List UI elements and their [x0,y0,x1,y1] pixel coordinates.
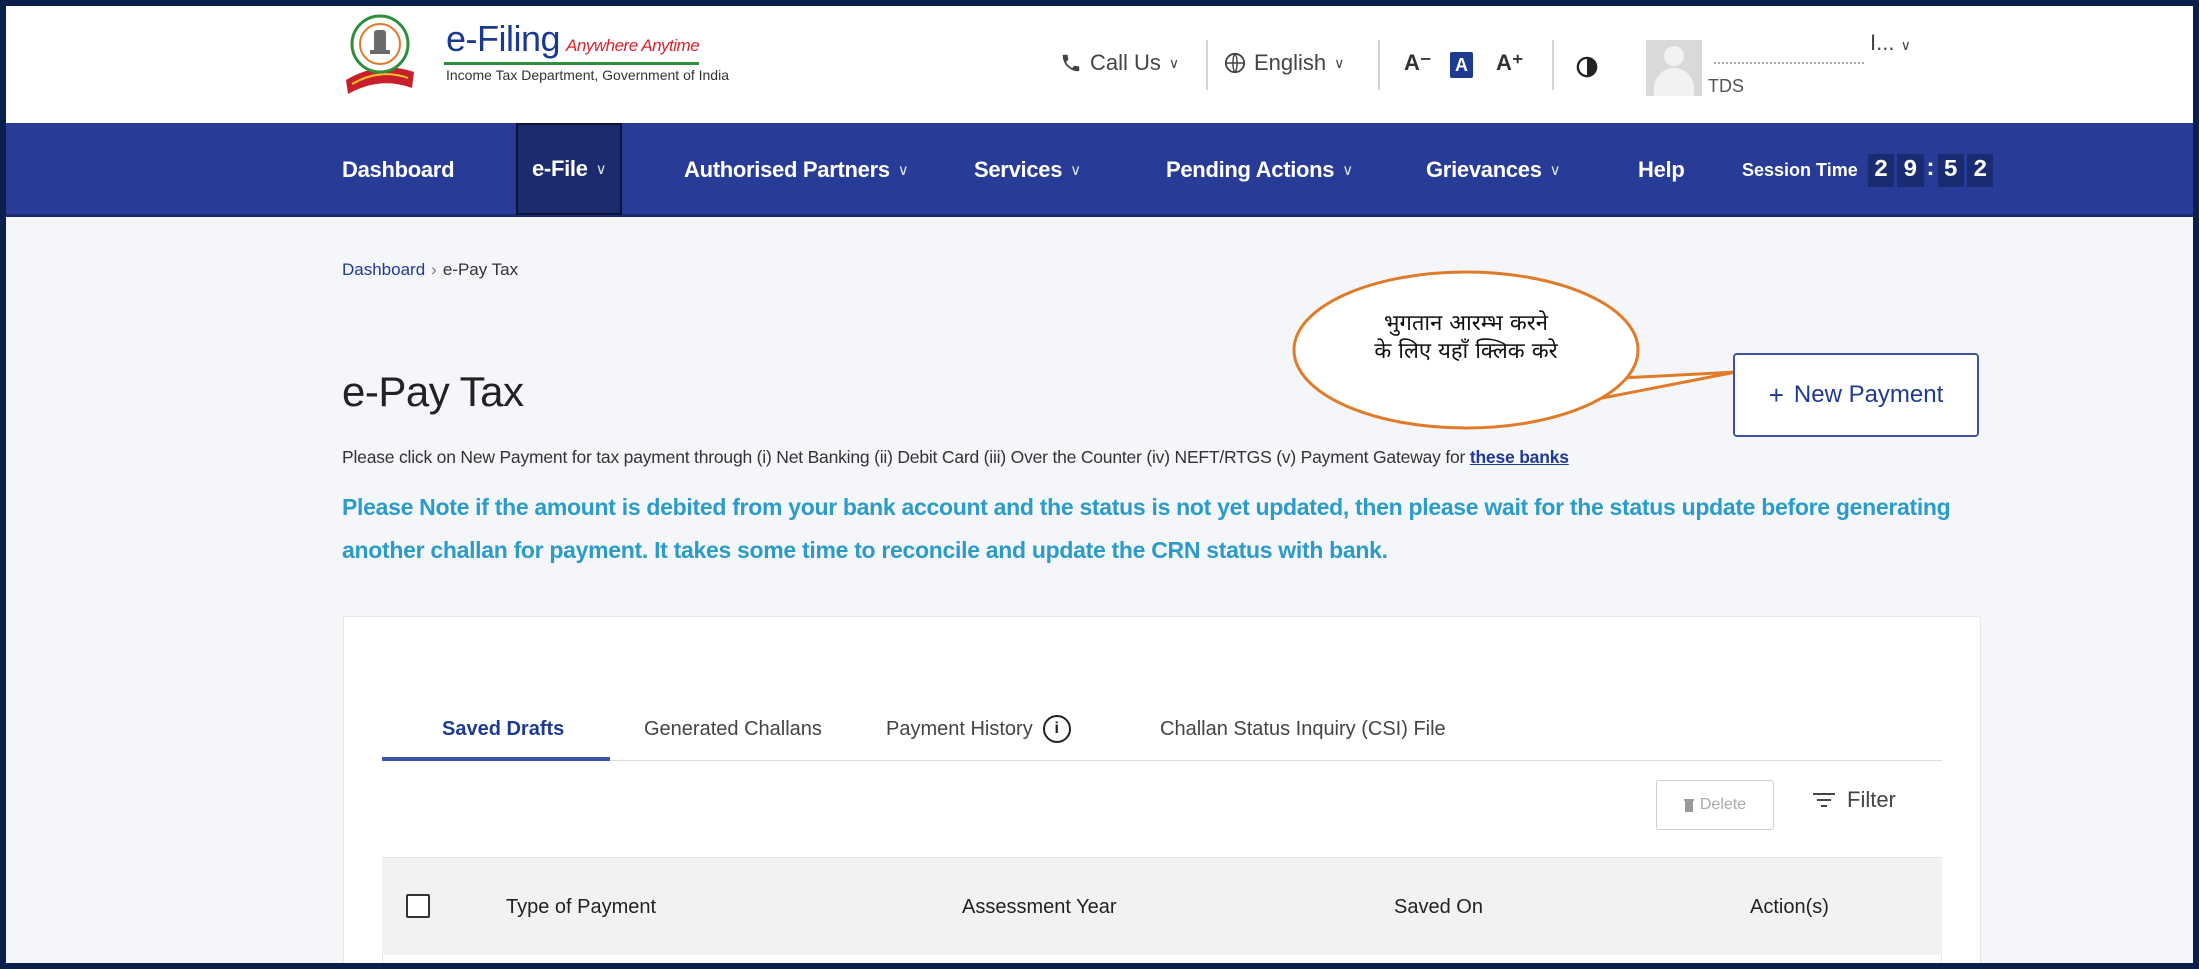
tab-csi-file[interactable]: Challan Status Inquiry (CSI) File [1160,697,1446,761]
language-menu[interactable]: English ∨ [1224,50,1344,76]
user-abbr-label: I... [1870,30,1895,55]
callout-line: के लिए यहाँ क्लिक करे [1374,339,1558,364]
top-header: e-Filing Anywhere Anytime Income Tax Depa… [6,6,2193,123]
session-digit: 2 [1966,153,1994,187]
chevron-down-icon: ∨ [1342,162,1353,179]
delete-label: Delete [1699,796,1747,813]
tab-saved-drafts[interactable]: Saved Drafts [442,697,564,761]
header-divider [1206,40,1208,90]
session-digit: 5 [1937,153,1964,187]
logo-tagline: Anywhere Anytime [566,36,700,55]
table-row [382,955,1942,963]
call-us-menu[interactable]: Call Us ∨ [1060,50,1179,76]
header-divider [1552,40,1554,90]
nav-item-pending-actions[interactable]: Pending Actions ∨ [1166,123,1353,217]
callout-line: भुगतान आरम्भ करने [1384,311,1548,336]
chevron-down-icon: ∨ [1334,54,1345,71]
font-normal-button[interactable]: A [1450,52,1473,78]
filter-icon [1813,792,1835,808]
callout-text: भुगतान आरम्भ करने के लिए यहाँ क्लिक करे [1316,310,1616,366]
chevron-down-icon: ∨ [897,162,909,179]
logo-underline [444,62,699,65]
filter-label: Filter [1847,787,1896,812]
logo-title[interactable]: e-Filing Anywhere Anytime [446,18,700,60]
column-actions: Action(s) [1750,895,1829,918]
nav-item-services[interactable]: Services ∨ [974,123,1081,217]
avatar[interactable] [1646,40,1702,96]
payment-instruction: Please click on New Payment for tax paym… [342,447,1569,467]
browser-frame: e-Filing Anywhere Anytime Income Tax Depa… [4,4,2195,965]
status-note: Please Note if the amount is debited fro… [342,494,1951,563]
filter-button[interactable]: Filter [1813,787,1896,813]
header-divider [1378,40,1380,90]
tab-generated-challans[interactable]: Generated Challans [644,697,822,761]
user-role: TDS [1708,76,1744,96]
session-timer: Session Time 2 9 : 5 2 [1742,123,1994,217]
logo-subtitle: Income Tax Department, Government of Ind… [446,67,729,83]
session-label: Session Time [1742,159,1858,180]
nav-item-dashboard[interactable]: Dashboard [342,123,455,217]
session-colon: : [1926,153,1935,181]
chevron-down-icon: ∨ [1549,162,1561,179]
chevron-down-icon: ∨ [1070,162,1081,179]
delete-button[interactable]: Delete [1656,780,1774,830]
select-all-checkbox[interactable] [406,894,430,918]
breadcrumb-current: e-Pay Tax [442,260,519,279]
nav-item-help[interactable]: Help [1638,123,1685,217]
language-label: English [1254,50,1327,75]
breadcrumb: Dashboard › e-Pay Tax [342,260,518,280]
user-name-masked [1714,48,1864,64]
session-digit: 9 [1897,153,1924,187]
call-us-label: Call Us [1090,50,1161,75]
new-payment-button[interactable]: + New Payment [1733,353,1979,437]
column-saved-on: Saved On [1394,895,1483,918]
nav-item-efile[interactable]: e-File ∨ [516,123,623,215]
new-payment-label: New Payment [1793,381,1944,408]
emblem-logo-icon[interactable] [342,10,418,96]
trash-icon [1683,798,1694,812]
nav-item-grievances[interactable]: Grievances ∨ [1426,123,1561,217]
phone-icon [1062,54,1080,72]
column-type-of-payment: Type of Payment [506,895,657,918]
font-increase-button[interactable]: A⁺ [1496,50,1524,76]
tab-bar: Saved Drafts Generated Challans Payment … [382,697,1942,761]
chevron-down-icon: ∨ [1168,54,1180,71]
plus-icon: + [1768,379,1784,410]
active-tab-underline [382,757,610,761]
tab-payment-history[interactable]: Payment History i [886,697,1071,761]
page-title: e-Pay Tax [342,368,524,415]
breadcrumb-dashboard-link[interactable]: Dashboard [342,260,425,279]
session-digit: 2 [1867,153,1895,187]
session-digits: 2 9 : 5 2 [1867,153,1994,187]
table-header: Type of Payment Assessment Year Saved On… [382,857,1942,955]
nav-item-authorised-partners[interactable]: Authorised Partners ∨ [684,123,909,217]
breadcrumb-separator-icon: › [431,260,437,279]
payments-card: Saved Drafts Generated Challans Payment … [343,616,1981,963]
globe-icon [1224,52,1246,74]
chevron-down-icon: ∨ [595,161,607,178]
column-assessment-year: Assessment Year [962,895,1117,918]
info-icon[interactable]: i [1042,715,1071,743]
contrast-icon[interactable] [1576,56,1598,78]
these-banks-link[interactable]: these banks [1470,447,1569,467]
font-decrease-button[interactable]: A⁻ [1404,50,1432,76]
main-nav: Dashboard e-File ∨ Authorised Partners ∨ S… [6,123,2193,217]
user-menu[interactable]: I... ∨ [1870,30,1911,56]
chevron-down-icon: ∨ [1900,37,1911,53]
